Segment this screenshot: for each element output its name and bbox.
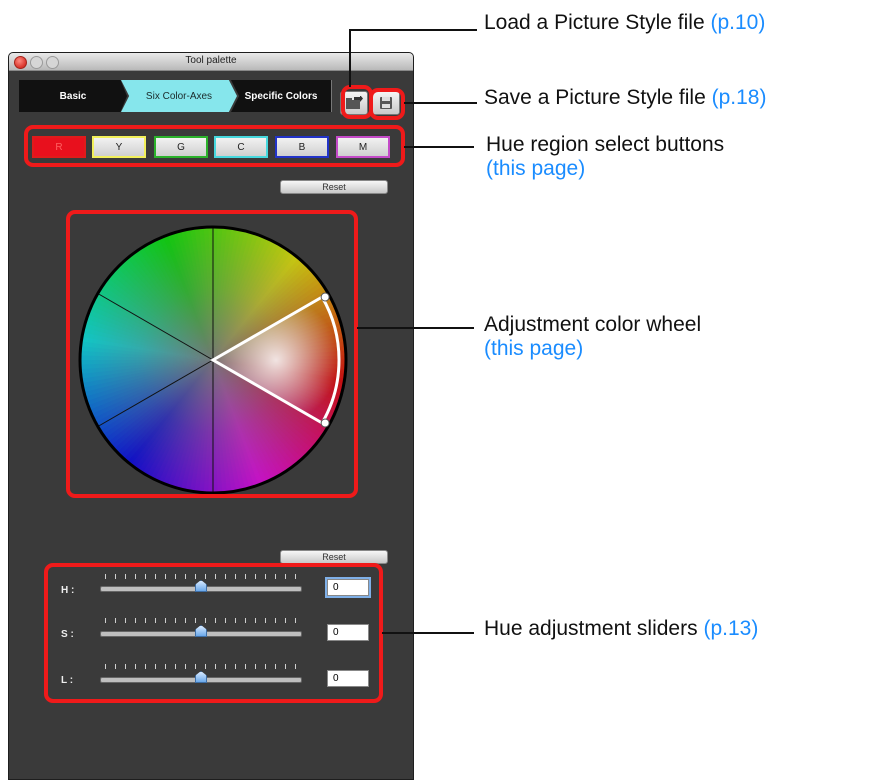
save-button-highlight	[369, 88, 405, 120]
tab-specific-colors[interactable]: Specific Colors	[231, 80, 332, 112]
sliders-page-link[interactable]: (p.13)	[703, 617, 758, 640]
tab-six-color-axes[interactable]: Six Color-Axes	[121, 80, 237, 112]
sliders-highlight	[44, 563, 383, 703]
save-leader-line	[404, 102, 477, 104]
save-callout: Save a Picture Style file (p.18)	[484, 86, 767, 109]
hue-buttons-leader-line	[404, 146, 474, 148]
reset-hue-button[interactable]: Reset	[280, 180, 388, 194]
wheel-leader-line	[357, 327, 474, 329]
save-page-link[interactable]: (p.18)	[712, 86, 767, 109]
hue-buttons-callout: Hue region select buttons (this page)	[486, 133, 725, 181]
title-bar: Tool palette	[9, 53, 413, 71]
sliders-callout: Hue adjustment sliders (p.13)	[484, 617, 759, 640]
load-callout: Load a Picture Style file (p.10)	[484, 11, 766, 34]
wheel-page-link[interactable]: (this page)	[484, 337, 701, 361]
window-title: Tool palette	[185, 55, 237, 66]
color-wheel-highlight	[66, 210, 358, 498]
load-leader-line-vertical	[349, 29, 351, 87]
wheel-callout: Adjustment color wheel (this page)	[484, 313, 702, 361]
load-leader-line	[351, 29, 477, 31]
hue-buttons-highlight	[24, 125, 405, 167]
sliders-leader-line	[382, 632, 474, 634]
hue-buttons-page-link[interactable]: (this page)	[486, 157, 724, 181]
tab-basic[interactable]: Basic	[19, 80, 127, 112]
reset-slider-button[interactable]: Reset	[280, 550, 388, 564]
load-page-link[interactable]: (p.10)	[710, 11, 765, 34]
